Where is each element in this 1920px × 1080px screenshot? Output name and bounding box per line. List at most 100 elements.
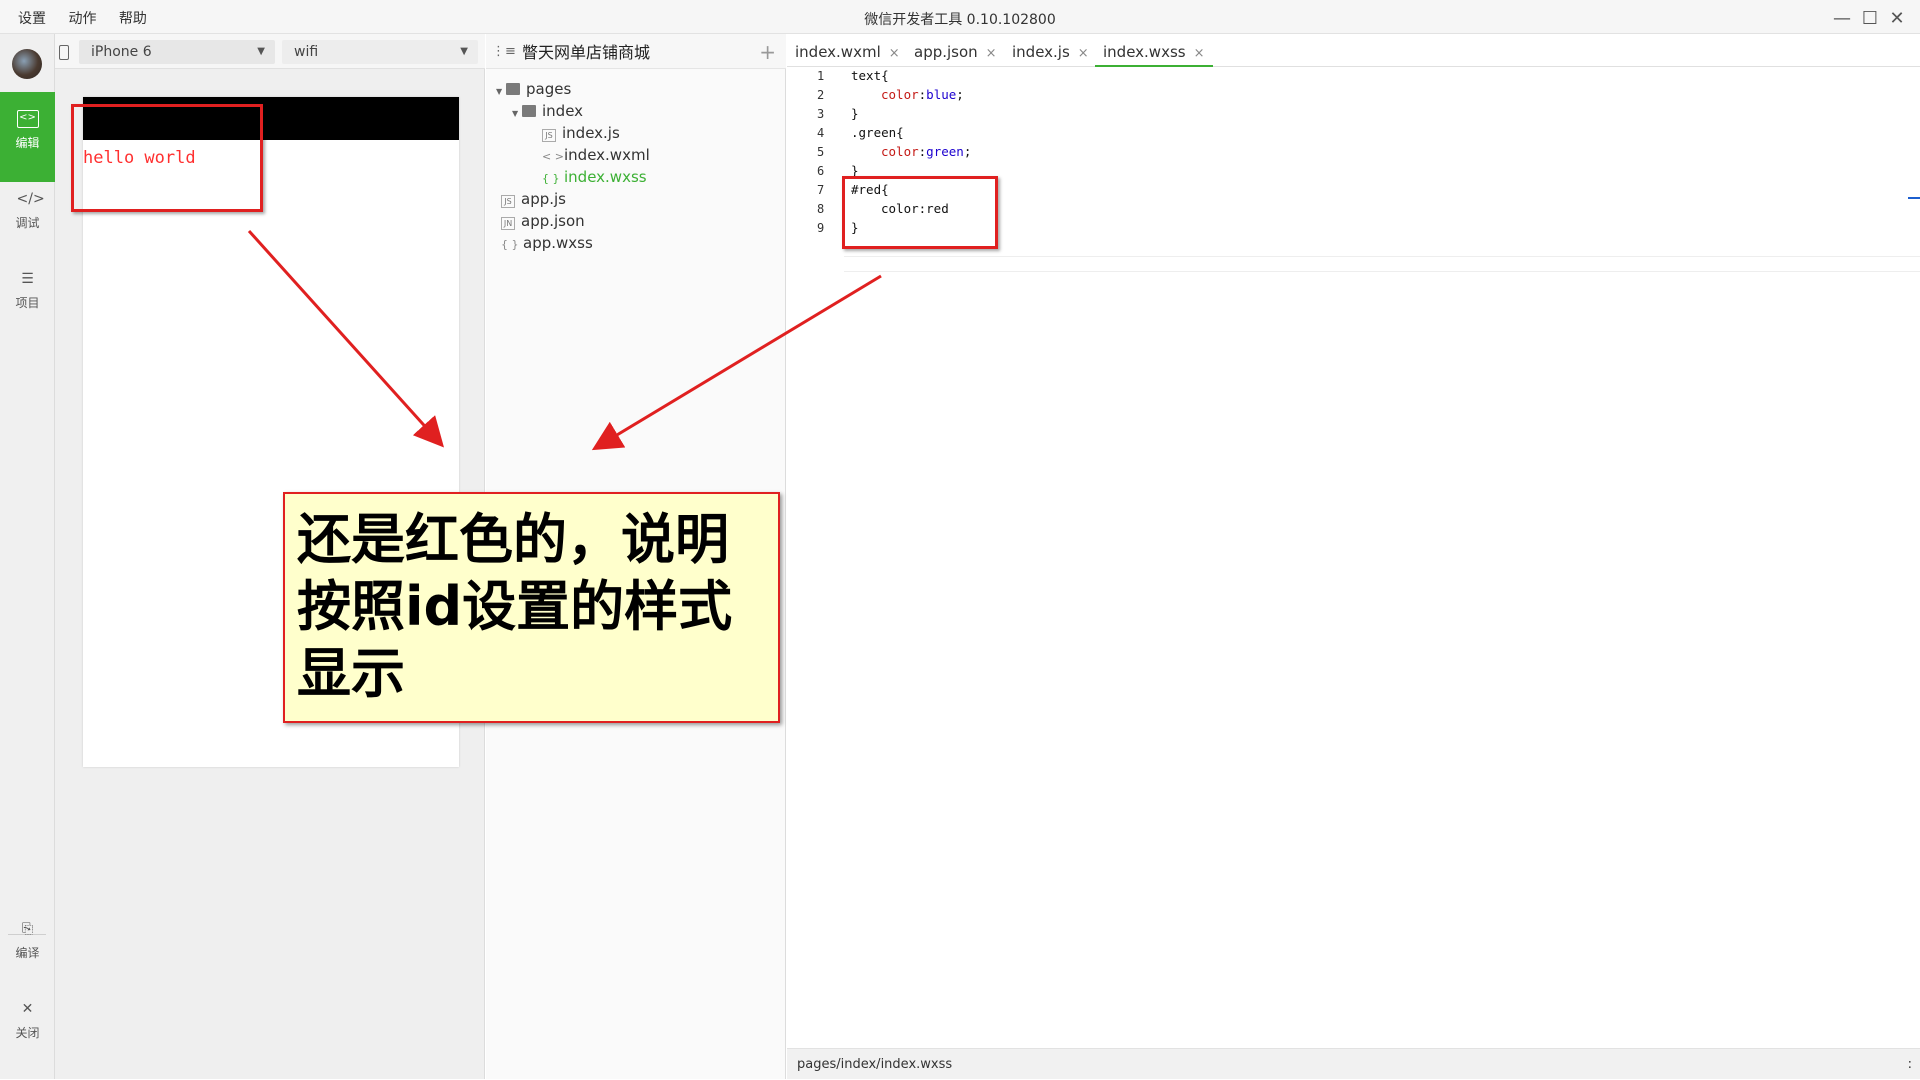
- line-number: 9: [817, 221, 825, 235]
- menu-actions[interactable]: 动作: [68, 0, 96, 38]
- wxss-file-icon: { }: [542, 172, 560, 185]
- menu-bar: 设置 动作 帮助: [18, 0, 165, 34]
- line-number: 8: [817, 202, 825, 216]
- tree-file-app-json[interactable]: JN app.json: [501, 210, 585, 232]
- network-select[interactable]: wifi ▼: [282, 40, 478, 64]
- sidebar-item-label: 调试: [15, 216, 40, 230]
- close-tab-icon[interactable]: ×: [986, 46, 997, 61]
- js-file-icon: JS: [501, 195, 515, 208]
- annotation-highlight-box: [71, 104, 263, 212]
- code-icon: <>: [16, 110, 39, 128]
- tree-node-label: index: [542, 102, 584, 120]
- tab-app-json[interactable]: app.json ×: [906, 34, 1005, 67]
- sidebar-item-label: 项目: [15, 296, 40, 310]
- code-line: text{: [851, 68, 889, 83]
- caret-down-icon: ▼: [496, 87, 503, 96]
- add-file-icon[interactable]: +: [759, 40, 776, 64]
- device-select[interactable]: iPhone 6 ▼: [79, 40, 275, 64]
- compile-icon: ⎘: [21, 921, 34, 937]
- project-tree-icon: ⋮≡: [492, 44, 516, 59]
- debug-icon: </>: [16, 191, 45, 207]
- tab-index-wxss[interactable]: index.wxss ×: [1095, 34, 1213, 67]
- device-select-value: iPhone 6: [91, 44, 152, 60]
- phone-icon[interactable]: [59, 45, 69, 60]
- close-tab-icon[interactable]: ×: [1194, 46, 1205, 61]
- code-line: color:blue;: [881, 87, 964, 102]
- wxss-file-icon: { }: [501, 238, 519, 251]
- project-header: ⋮≡ 瞥天网单店铺商城 +: [486, 34, 786, 69]
- annotation-callout: 还是红色的，说明按照id设置的样式显示: [283, 492, 780, 723]
- close-window-button[interactable]: ✕: [1885, 8, 1909, 30]
- tree-file-index-wxss[interactable]: { } index.wxss: [542, 166, 647, 188]
- sidebar-item-label: 编辑: [15, 136, 40, 150]
- sidebar-item-label: 编译: [15, 946, 40, 960]
- tab-index-wxml[interactable]: index.wxml ×: [787, 34, 908, 67]
- tree-node-label: app.wxss: [523, 234, 593, 252]
- sidebar-item-compile[interactable]: ⎘ 编译: [0, 902, 55, 992]
- tab-label: index.wxml: [795, 43, 881, 61]
- close-tab-icon[interactable]: ×: [1078, 46, 1089, 61]
- tab-index-js[interactable]: index.js ×: [1004, 34, 1097, 67]
- simulator-toolbar: iPhone 6 ▼ wifi ▼: [55, 34, 485, 69]
- css-property: color: [881, 87, 919, 102]
- tree-node-label: app.js: [521, 190, 566, 208]
- project-icon: ☰: [21, 271, 34, 287]
- avatar[interactable]: [12, 49, 42, 79]
- line-number: 1: [817, 69, 825, 83]
- menu-settings[interactable]: 设置: [18, 0, 46, 38]
- tree-node-label: index.js: [562, 124, 620, 142]
- editor-tabs: index.wxml × app.json × index.js × index.wx…: [787, 34, 1920, 67]
- code-text: text{: [851, 68, 889, 83]
- line-number: 4: [817, 126, 825, 140]
- annotation-highlight-box: [842, 176, 998, 249]
- tree-file-app-js[interactable]: JS app.js: [501, 188, 566, 210]
- line-number: 7: [817, 183, 825, 197]
- scroll-position-marker: [1908, 197, 1920, 199]
- status-bar: pages/index/index.wxss :: [787, 1048, 1920, 1079]
- tree-file-index-wxml[interactable]: < >index.wxml: [542, 144, 650, 166]
- css-value: blue: [926, 87, 957, 102]
- current-line-highlight: [844, 256, 1920, 272]
- folder-icon: [506, 83, 520, 95]
- line-number: 2: [817, 88, 825, 102]
- sidebar-item-edit[interactable]: <> 编辑: [0, 92, 55, 182]
- wxml-file-icon: < >: [542, 150, 564, 163]
- line-number: 3: [817, 107, 825, 121]
- css-value: green: [926, 144, 964, 159]
- sidebar-item-debug[interactable]: </> 调试: [0, 172, 55, 262]
- minimize-button[interactable]: —: [1830, 8, 1854, 30]
- project-name: 瞥天网单店铺商城: [522, 43, 651, 62]
- sidebar-item-project[interactable]: ☰ 项目: [0, 252, 55, 342]
- code-line: }: [851, 106, 859, 121]
- close-tab-icon[interactable]: ×: [889, 46, 900, 61]
- tree-file-index-js[interactable]: JS index.js: [542, 122, 620, 144]
- css-property: color: [881, 144, 919, 159]
- chevron-down-icon: ▼: [460, 46, 468, 57]
- js-file-icon: JS: [542, 129, 556, 142]
- tree-node-label: index.wxss: [564, 168, 647, 186]
- chevron-down-icon: ▼: [257, 46, 265, 57]
- status-file-path: pages/index/index.wxss: [797, 1057, 953, 1072]
- code-line: .green{: [851, 125, 904, 140]
- folder-icon: [522, 105, 536, 117]
- sidebar-item-label: 关闭: [15, 1026, 40, 1040]
- json-file-icon: JN: [501, 217, 515, 230]
- menu-help[interactable]: 帮助: [119, 0, 147, 38]
- line-number: 6: [817, 164, 825, 178]
- sidebar-item-close[interactable]: ✕ 关闭: [0, 982, 55, 1072]
- tab-label: app.json: [914, 43, 978, 61]
- code-text: .green{: [851, 125, 904, 140]
- caret-down-icon: ▼: [512, 109, 519, 118]
- tree-file-app-wxss[interactable]: { } app.wxss: [501, 232, 593, 254]
- tree-folder-index[interactable]: ▼ index: [512, 100, 583, 122]
- maximize-button[interactable]: ☐: [1858, 8, 1882, 30]
- line-number: 5: [817, 145, 825, 159]
- tree-folder-pages[interactable]: ▼ pages: [496, 78, 571, 100]
- tree-node-label: index.wxml: [564, 146, 650, 164]
- tab-label: index.js: [1012, 43, 1070, 61]
- code-text: }: [851, 106, 859, 121]
- tree-node-label: app.json: [521, 212, 585, 230]
- status-right: :: [1907, 1057, 1912, 1072]
- left-sidebar: <> 编辑 </> 调试 ☰ 项目 ⎘ 编译 ✕ 关闭: [0, 34, 55, 1079]
- close-icon: ✕: [21, 1001, 34, 1017]
